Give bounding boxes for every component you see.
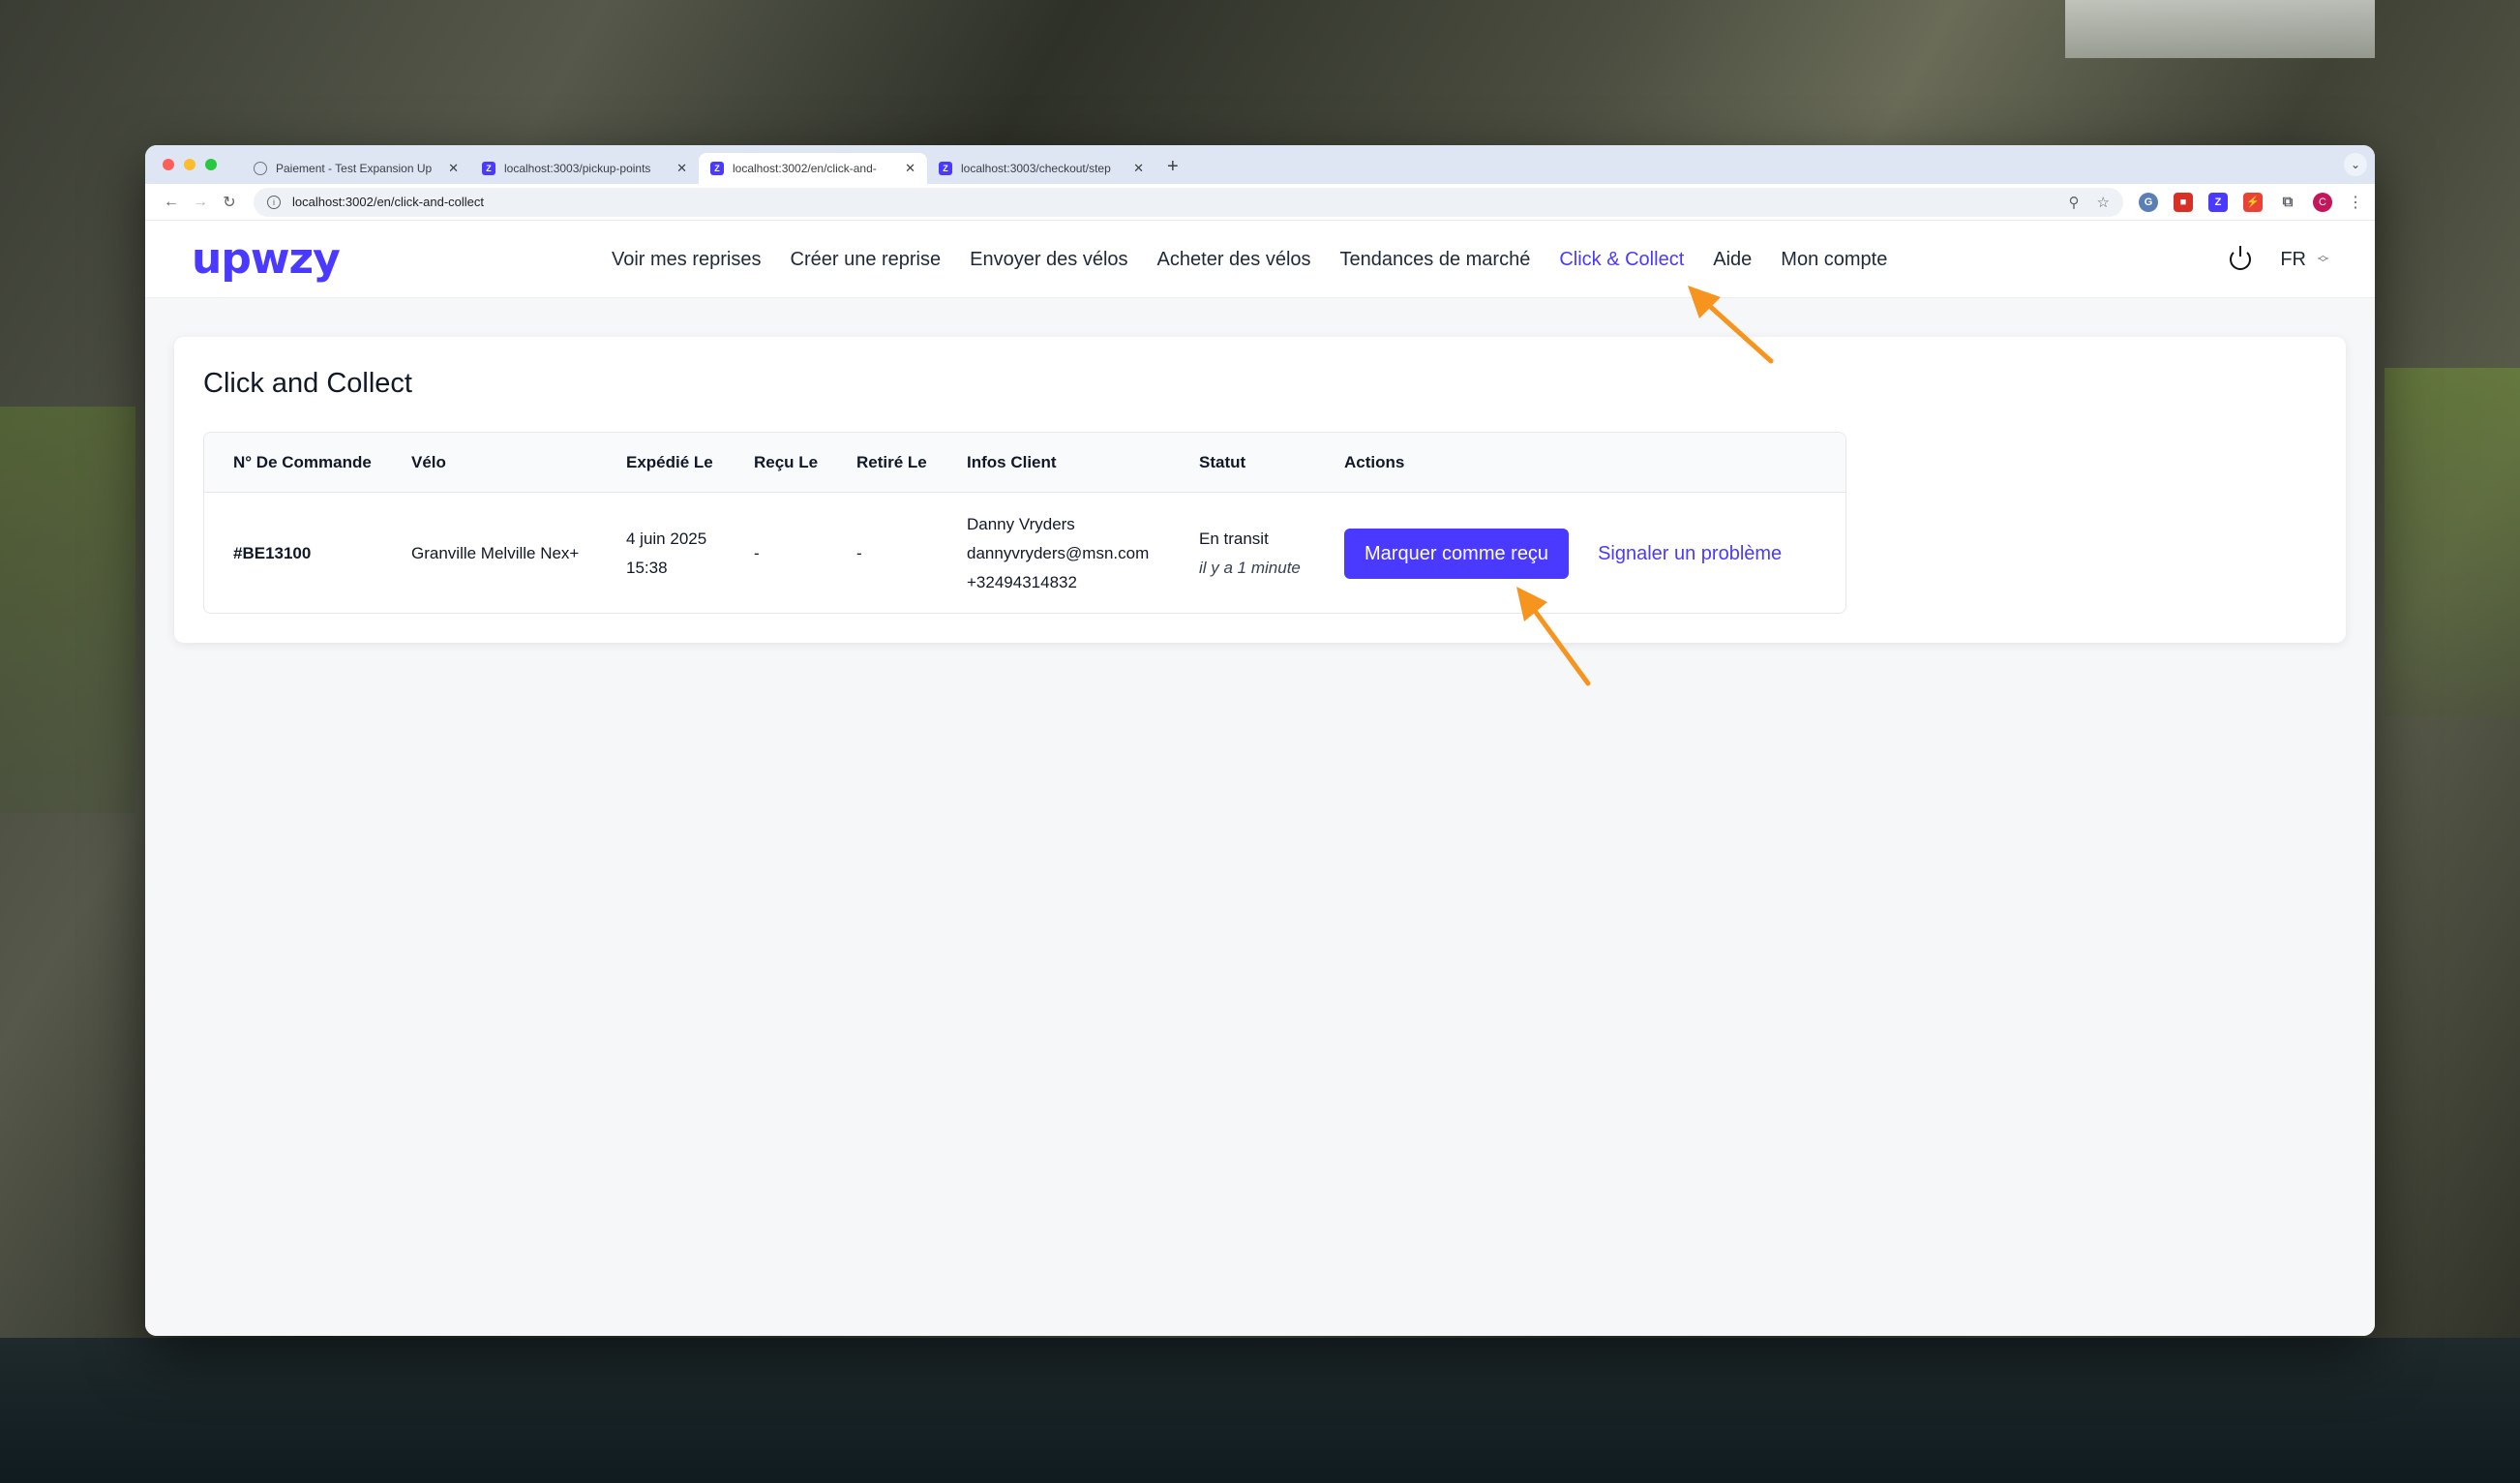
background-sea (0, 1338, 2520, 1483)
client-email: dannyvryders@msn.com (967, 544, 1150, 562)
shipped-time: 15:38 (626, 559, 668, 577)
background-grass (0, 407, 135, 813)
tab-title: Paiement - Test Expansion Up (276, 162, 433, 175)
extension-icon[interactable]: ⚡ (2243, 192, 2263, 212)
mark-as-received-button[interactable]: Marquer comme reçu (1344, 529, 1570, 579)
globe-icon (254, 162, 267, 175)
minimize-window-button[interactable] (184, 159, 195, 170)
upwzy-favicon-icon: Z (710, 162, 724, 175)
forward-arrow-icon[interactable]: → (186, 194, 215, 211)
language-selector[interactable]: FR ︿ ﹀ (2280, 249, 2328, 271)
profile-avatar[interactable]: C (2313, 192, 2332, 212)
header-actions: FR ︿ ﹀ (2230, 221, 2328, 298)
shipped-date: 4 juin 2025 (626, 530, 707, 548)
browser-menu-icon[interactable]: ⋮ (2348, 193, 2363, 212)
browser-tab[interactable]: Paiement - Test Expansion Up ✕ (242, 153, 470, 184)
report-problem-link[interactable]: Signaler un problème (1598, 543, 1782, 565)
click-and-collect-card: Click and Collect N° De Commande Vélo Ex… (174, 337, 2346, 643)
browser-tab[interactable]: Z localhost:3003/pickup-points ✕ (470, 153, 699, 184)
annotation-arrow (1516, 587, 1591, 686)
tab-search-dropdown-icon[interactable]: ⌄ (2344, 153, 2367, 176)
close-window-button[interactable] (163, 159, 174, 170)
language-label: FR (2280, 248, 2306, 270)
page-title: Click and Collect (203, 368, 412, 399)
status-cell: En transit il y a 1 minute (1199, 493, 1301, 613)
address-bar[interactable]: i localhost:3002/en/click-and-collect ⚲ … (254, 187, 2123, 217)
upwzy-favicon-icon: Z (482, 162, 495, 175)
column-header-client: Infos Client (967, 453, 1057, 471)
window-controls (163, 159, 217, 170)
column-header-received: Reçu Le (754, 453, 819, 471)
nav-click-and-collect[interactable]: Click & Collect (1559, 249, 1684, 271)
order-number: #BE13100 (233, 544, 312, 562)
column-header-status: Statut (1199, 453, 1246, 471)
column-header-bike: Vélo (411, 453, 446, 471)
address-url[interactable]: localhost:3002/en/click-and-collect (292, 195, 2052, 209)
tab-title: localhost:3003/checkout/step (961, 162, 1111, 175)
column-header-actions: Actions (1344, 453, 1405, 471)
client-name: Danny Vryders (967, 515, 1075, 533)
upwzy-logo[interactable]: upwzy (192, 234, 482, 284)
bike-name: Granville Melville Nex+ (411, 544, 580, 562)
bookmark-star-icon[interactable]: ☆ (2097, 194, 2110, 211)
close-tab-icon[interactable]: ✕ (1133, 161, 1144, 176)
maximize-window-button[interactable] (205, 159, 217, 170)
nav-tendances-de-marche[interactable]: Tendances de marché (1340, 249, 1531, 271)
close-tab-icon[interactable]: ✕ (905, 161, 915, 176)
client-phone: +32494314832 (967, 573, 1077, 591)
extension-icon[interactable]: G (2139, 192, 2158, 212)
status-time: il y a 1 minute (1199, 559, 1301, 577)
browser-toolbar: ← → ↻ i localhost:3002/en/click-and-coll… (145, 184, 2375, 221)
column-header-order: N° De Commande (233, 453, 372, 471)
web-page: upwzy Voir mes reprises Créer une repris… (145, 221, 2375, 1336)
nav-creer-une-reprise[interactable]: Créer une reprise (791, 249, 942, 271)
close-tab-icon[interactable]: ✕ (448, 161, 459, 176)
power-logout-icon[interactable] (2230, 246, 2252, 270)
upwzy-favicon-icon: Z (939, 162, 952, 175)
reload-icon[interactable]: ↻ (215, 193, 244, 212)
received-at: - (754, 544, 760, 562)
extension-icon[interactable]: Z (2208, 192, 2228, 212)
browser-tab[interactable]: Z localhost:3003/checkout/step ✕ (927, 153, 1155, 184)
client-info: Danny Vryders dannyvryders@msn.com +3249… (967, 493, 1150, 613)
browser-window: Paiement - Test Expansion Up ✕ Z localho… (145, 145, 2375, 1336)
nav-aide[interactable]: Aide (1713, 249, 1752, 271)
column-header-collected: Retiré Le (856, 453, 927, 471)
new-tab-button[interactable]: + (1167, 156, 1179, 178)
back-arrow-icon[interactable]: ← (157, 194, 186, 211)
tab-title: localhost:3002/en/click-and- (733, 162, 877, 175)
nav-envoyer-des-velos[interactable]: Envoyer des vélos (970, 249, 1127, 271)
annotation-arrow (1688, 286, 1774, 364)
zoom-icon[interactable]: ⚲ (2069, 194, 2080, 211)
nav-voir-mes-reprises[interactable]: Voir mes reprises (612, 249, 762, 271)
site-header: upwzy Voir mes reprises Créer une repris… (145, 221, 2375, 298)
shipped-at: 4 juin 2025 15:38 (626, 493, 707, 613)
extension-icon[interactable]: ■ (2174, 192, 2193, 212)
status-text: En transit (1199, 530, 1269, 548)
chevron-up-down-icon: ︿ ﹀ (2318, 250, 2328, 269)
close-tab-icon[interactable]: ✕ (676, 161, 687, 176)
table-header: N° De Commande Vélo Expédié Le Reçu Le R… (204, 433, 1845, 493)
background-sky (2065, 0, 2375, 58)
nav-acheter-des-velos[interactable]: Acheter des vélos (1157, 249, 1311, 271)
extensions-puzzle-icon[interactable]: ⧉ (2278, 193, 2297, 212)
tab-bar: Paiement - Test Expansion Up ✕ Z localho… (145, 145, 2375, 184)
browser-tab-active[interactable]: Z localhost:3002/en/click-and- ✕ (699, 153, 927, 184)
nav-mon-compte[interactable]: Mon compte (1781, 249, 1887, 271)
background-grass (2385, 368, 2520, 716)
tab-title: localhost:3003/pickup-points (504, 162, 651, 175)
column-header-shipped: Expédié Le (626, 453, 713, 471)
collected-at: - (856, 544, 862, 562)
site-info-icon[interactable]: i (267, 195, 281, 209)
